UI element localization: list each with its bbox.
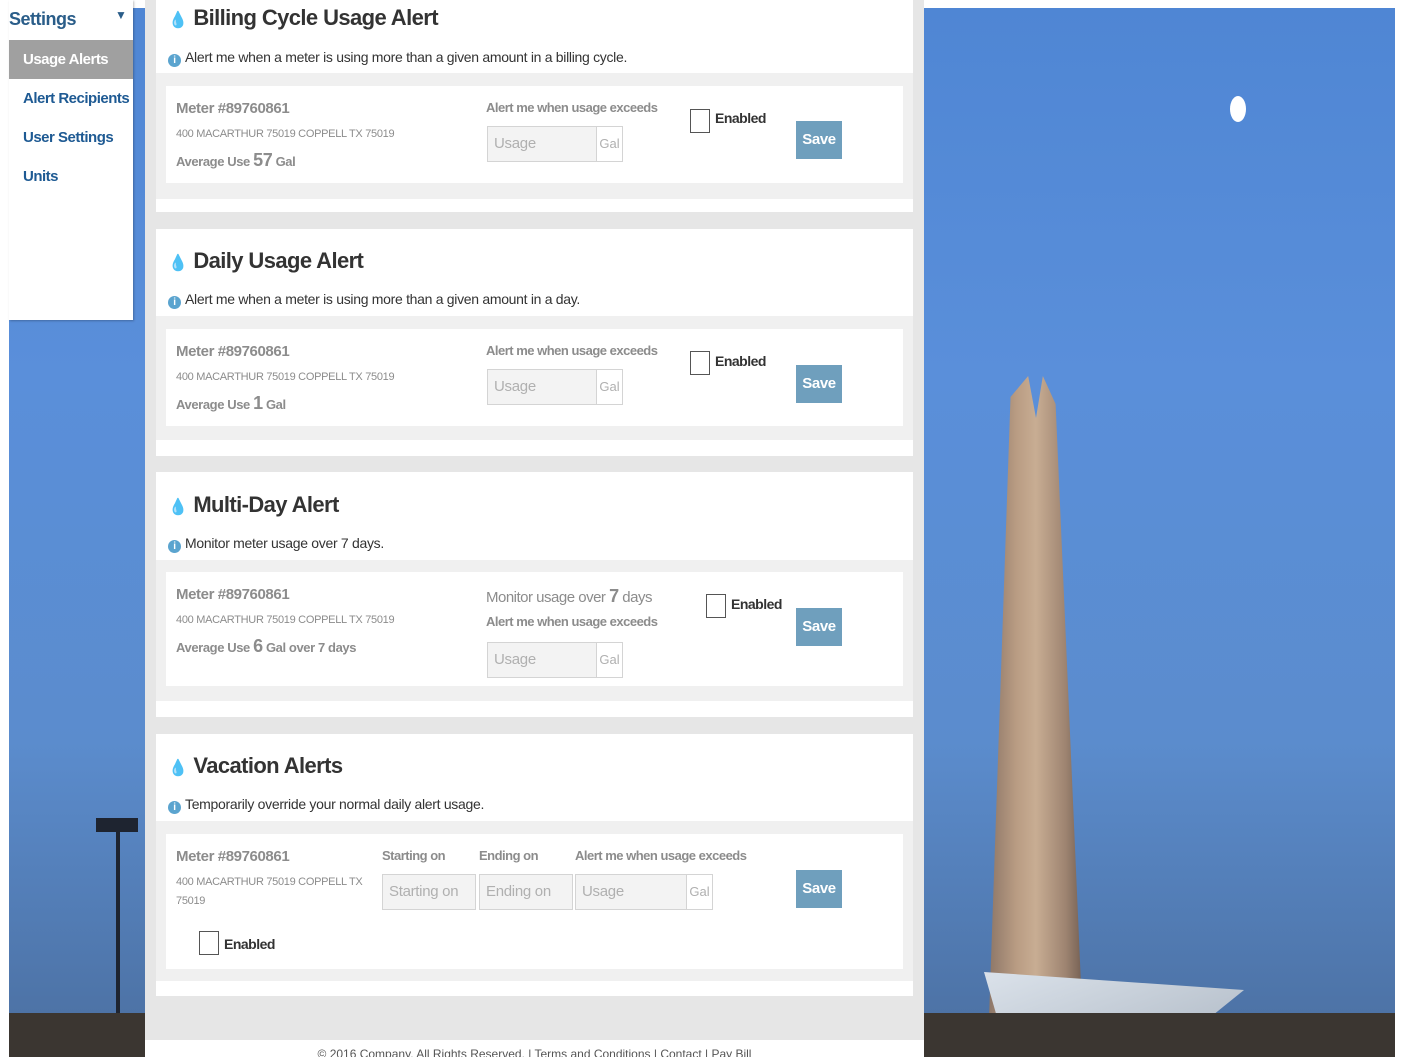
card-description: i Temporarily override your normal daily …: [168, 796, 484, 814]
usage-input[interactable]: Usage: [575, 874, 687, 910]
average-use: Average Use 1 Gal: [176, 393, 286, 413]
enabled-label: Enabled: [224, 936, 275, 952]
average-use: Average Use 6 Gal over 7 days: [176, 636, 357, 656]
water-drop-icon: 💧: [168, 760, 188, 777]
meter-address: 400 MACARTHUR 75019 COPPELL TX 75019: [176, 128, 395, 140]
card-title: 💧 Vacation Alerts: [168, 753, 343, 778]
multi-day-card: 💧 Multi-Day Alert i Monitor meter usage ov…: [156, 472, 913, 717]
settings-title: Settings: [9, 9, 77, 29]
meter-number: Meter #89760861: [176, 586, 290, 603]
card-title: 💧 Billing Cycle Usage Alert: [168, 5, 439, 30]
main-content: 💧 Billing Cycle Usage Alert i Alert me whe…: [145, 0, 924, 1057]
save-button[interactable]: Save: [796, 870, 842, 908]
meter-number: Meter #89760861: [176, 343, 290, 360]
meter-row: Meter #89760861 400 MACARTHUR 75019 COPP…: [166, 86, 903, 183]
settings-sidebar: Settings ▼ Usage Alerts Alert Recipients…: [9, 0, 133, 320]
ending-on-input[interactable]: Ending on: [479, 874, 573, 910]
enabled-checkbox[interactable]: [199, 931, 219, 955]
unit-addon: Gal: [596, 126, 623, 162]
enabled-label: Enabled: [715, 110, 766, 126]
card-title: 💧 Daily Usage Alert: [168, 248, 364, 273]
card-description: i Monitor meter usage over 7 days.: [168, 535, 384, 553]
water-drop-icon: 💧: [168, 499, 188, 516]
unit-addon: Gal: [686, 874, 713, 910]
meter-row: Meter #89760861 400 MACARTHUR 75019 COPP…: [166, 329, 903, 426]
card-description: i Alert me when a meter is using more tha…: [168, 49, 627, 67]
meter-address-line2: 75019: [176, 895, 206, 907]
alert-panel: Meter #89760861 400 MACARTHUR 75019 COPP…: [156, 316, 913, 440]
alert-panel: Meter #89760861 400 MACARTHUR 75019 COPP…: [156, 821, 913, 981]
info-icon: i: [168, 801, 181, 814]
save-button[interactable]: Save: [796, 365, 842, 403]
sidebar-item-alert-recipients[interactable]: Alert Recipients: [9, 79, 133, 118]
meter-address: 400 MACARTHUR 75019 COPPELL TX 75019: [176, 614, 395, 626]
usage-exceeds-label: Alert me when usage exceeds: [486, 343, 658, 358]
caret-down-icon[interactable]: ▼: [115, 8, 127, 22]
alert-panel: Meter #89760861 400 MACARTHUR 75019 COPP…: [156, 73, 913, 199]
water-drop-icon: 💧: [168, 12, 188, 29]
average-use: Average Use 57 Gal: [176, 150, 296, 170]
usage-input[interactable]: Usage: [487, 369, 597, 405]
sidebar-item-units[interactable]: Units: [9, 157, 133, 196]
footer: © 2016 Company. All Rights Reserved. | T…: [145, 1040, 924, 1057]
sidebar-item-user-settings[interactable]: User Settings: [9, 118, 133, 157]
alert-panel: Meter #89760861 400 MACARTHUR 75019 COPP…: [156, 560, 913, 701]
monitor-days-label: Monitor usage over 7 days: [486, 586, 652, 606]
usage-exceeds-label: Alert me when usage exceeds: [486, 614, 658, 629]
meter-address-line1: 400 MACARTHUR 75019 COPPELL TX: [176, 876, 363, 888]
obelisk-tower: [987, 376, 1085, 1057]
sidebar-item-usage-alerts[interactable]: Usage Alerts: [9, 40, 133, 79]
unit-addon: Gal: [596, 369, 623, 405]
daily-usage-card: 💧 Daily Usage Alert i Alert me when a mete…: [156, 229, 913, 456]
usage-input[interactable]: Usage: [487, 126, 597, 162]
enabled-checkbox[interactable]: [706, 594, 726, 618]
starting-on-input[interactable]: Starting on: [382, 874, 476, 910]
card-description: i Alert me when a meter is using more tha…: [168, 291, 580, 309]
water-drop-icon: 💧: [168, 255, 188, 272]
billing-cycle-card: 💧 Billing Cycle Usage Alert i Alert me whe…: [156, 0, 913, 212]
settings-header[interactable]: Settings ▼: [9, 0, 133, 40]
info-icon: i: [168, 540, 181, 553]
ending-on-label: Ending on: [479, 848, 539, 863]
enabled-label: Enabled: [715, 353, 766, 369]
info-icon: i: [168, 54, 181, 67]
meter-number: Meter #89760861: [176, 100, 290, 117]
save-button[interactable]: Save: [796, 608, 842, 646]
enabled-checkbox[interactable]: [690, 351, 710, 375]
info-icon: i: [168, 296, 181, 309]
starting-on-label: Starting on: [382, 848, 446, 863]
meter-address: 400 MACARTHUR 75019 COPPELL TX 75019: [176, 371, 395, 383]
meter-row: Meter #89760861 400 MACARTHUR 75019 COPP…: [166, 834, 903, 969]
enabled-checkbox[interactable]: [690, 109, 710, 133]
vacation-alerts-card: 💧 Vacation Alerts i Temporarily override y…: [156, 734, 913, 996]
card-title: 💧 Multi-Day Alert: [168, 492, 339, 517]
save-button[interactable]: Save: [796, 121, 842, 159]
meter-number: Meter #89760861: [176, 848, 290, 865]
usage-input[interactable]: Usage: [487, 642, 597, 678]
enabled-label: Enabled: [731, 596, 782, 612]
usage-exceeds-label: Alert me when usage exceeds: [486, 100, 658, 115]
meter-row: Meter #89760861 400 MACARTHUR 75019 COPP…: [166, 572, 903, 686]
unit-addon: Gal: [596, 642, 623, 678]
moon: [1230, 96, 1246, 122]
usage-exceeds-label: Alert me when usage exceeds: [575, 848, 747, 863]
